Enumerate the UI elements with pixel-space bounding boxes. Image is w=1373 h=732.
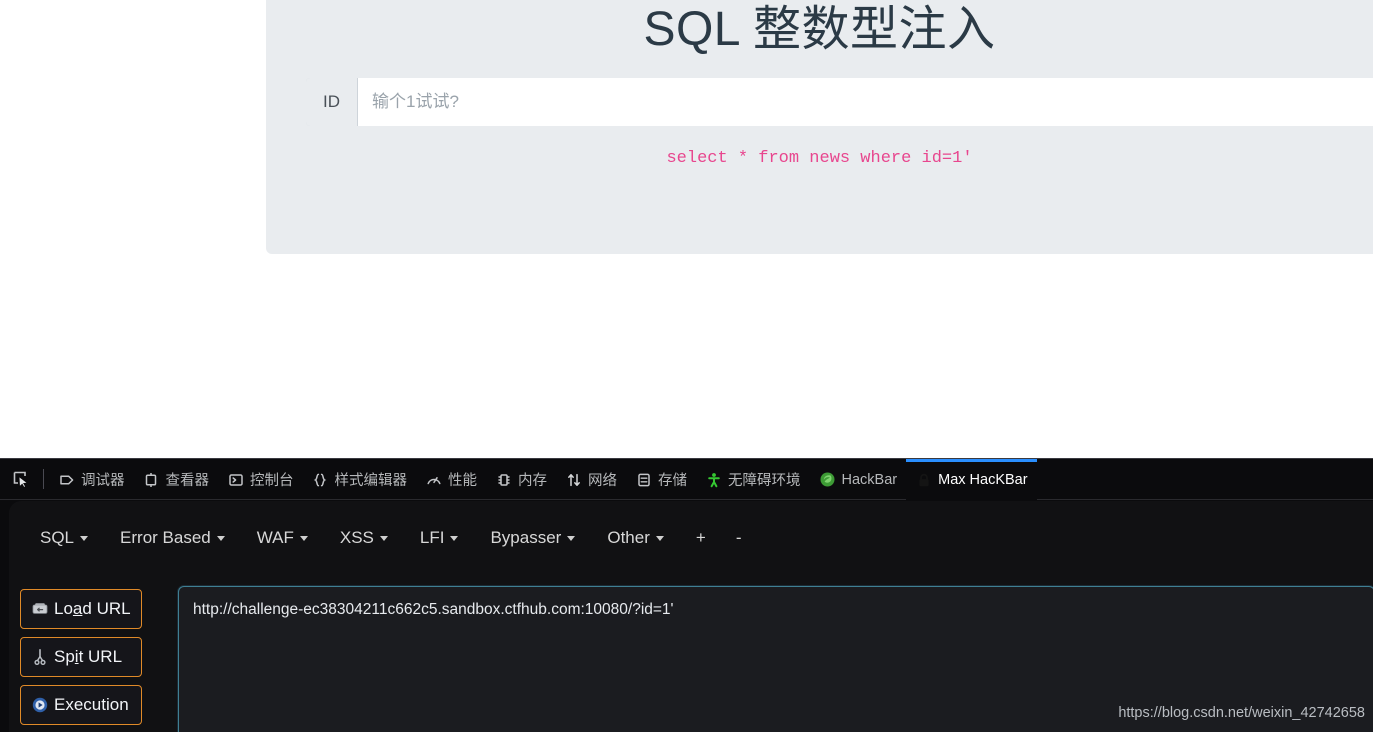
tab-memory[interactable]: 内存 — [486, 459, 556, 500]
menu-xss[interactable]: XSS — [340, 528, 388, 548]
load-url-icon — [31, 600, 49, 618]
menu-error-based[interactable]: Error Based — [120, 528, 225, 548]
hackbar-menubar: SQL Error Based WAF XSS LFI Bypasser Oth… — [9, 515, 771, 561]
devtools-toolbar: 调试器 查看器 控制台 样式编辑器 性能 内存 网络 存储 无障碍环境 Hack… — [0, 459, 1373, 500]
split-url-icon — [31, 648, 49, 666]
tab-network[interactable]: 网络 — [556, 459, 626, 500]
chevron-down-icon — [655, 535, 664, 541]
menu-bypasser[interactable]: Bypasser — [490, 528, 576, 548]
menu-lfi[interactable]: LFI — [420, 528, 459, 548]
debugger-icon — [58, 471, 75, 488]
performance-icon — [425, 471, 442, 488]
tab-inspector[interactable]: 查看器 — [134, 459, 219, 500]
toolbar-divider — [43, 469, 44, 489]
chevron-down-icon — [80, 535, 89, 541]
tab-max-hackbar[interactable]: Max HacKBar — [906, 459, 1038, 500]
tab-label: HackBar — [841, 471, 898, 488]
id-input-group: ID — [306, 78, 1373, 126]
tab-label: 内存 — [518, 473, 547, 489]
hackbar-body: Load URL Spit URL Execution http://chall… — [9, 575, 1373, 732]
chevron-down-icon — [299, 535, 308, 541]
tab-performance[interactable]: 性能 — [416, 459, 486, 500]
page-title: SQL 整数型注入 — [643, 3, 996, 56]
hackbar-button-column: Load URL Spit URL Execution — [20, 589, 142, 732]
tab-storage[interactable]: 存储 — [626, 459, 696, 500]
browser-content-area: SQL 整数型注入 ID select * from news where id… — [0, 0, 1373, 458]
storage-icon — [635, 471, 652, 488]
network-icon — [565, 471, 582, 488]
button-label: Execution — [54, 695, 129, 714]
chevron-down-icon — [379, 535, 388, 541]
button-label: Load URL — [54, 599, 131, 618]
lock-icon — [915, 471, 932, 488]
menu-remove[interactable]: - — [736, 528, 742, 548]
menu-label: XSS — [339, 528, 374, 547]
tab-label: 控制台 — [250, 473, 294, 489]
hackbar-panel: SQL Error Based WAF XSS LFI Bypasser Oth… — [9, 501, 1373, 732]
url-textarea[interactable] — [179, 587, 1373, 732]
id-input-prefix-label: ID — [306, 78, 358, 126]
tab-label: 查看器 — [165, 473, 210, 489]
tab-label: 调试器 — [81, 473, 125, 489]
tab-debugger[interactable]: 调试器 — [49, 459, 134, 500]
tab-accessibility[interactable]: 无障碍环境 — [696, 459, 810, 500]
tab-label: 无障碍环境 — [728, 473, 801, 489]
menu-label: Other — [607, 528, 650, 547]
screenshot-root: SQL 整数型注入 ID select * from news where id… — [0, 0, 1373, 732]
tab-label: 存储 — [658, 473, 687, 489]
tab-label: 性能 — [448, 473, 477, 489]
devtools-panel: 调试器 查看器 控制台 样式编辑器 性能 内存 网络 存储 无障碍环境 Hack… — [0, 458, 1373, 732]
execution-icon — [31, 696, 49, 714]
menu-label: Error Based — [120, 528, 211, 547]
menu-other[interactable]: Other — [607, 528, 664, 548]
menu-label: WAF — [256, 528, 294, 547]
chevron-down-icon — [567, 535, 576, 541]
tab-style-editor[interactable]: 样式编辑器 — [303, 459, 417, 500]
style-editor-icon — [312, 471, 329, 488]
execution-button[interactable]: Execution — [20, 685, 142, 725]
menu-label: Bypasser — [490, 528, 562, 547]
menu-label: LFI — [419, 528, 445, 547]
button-label: Spit URL — [54, 647, 123, 666]
menu-label: - — [735, 528, 742, 547]
chevron-down-icon — [216, 535, 225, 541]
chevron-down-icon — [450, 535, 459, 541]
element-picker-icon[interactable] — [4, 459, 38, 500]
tab-label: Max HacKBar — [938, 471, 1028, 488]
tab-label: 样式编辑器 — [334, 473, 408, 489]
jumbotron-panel: SQL 整数型注入 ID select * from news where id… — [266, 0, 1373, 254]
menu-sql[interactable]: SQL — [40, 528, 89, 548]
sql-query-output: select * from news where id=1' — [666, 149, 973, 168]
menu-add[interactable]: + — [696, 528, 706, 548]
console-icon — [227, 471, 244, 488]
menu-label: + — [695, 528, 706, 547]
tab-label: 网络 — [588, 473, 617, 489]
split-url-button[interactable]: Spit URL — [20, 637, 142, 677]
url-textarea-container — [178, 586, 1373, 732]
menu-label: SQL — [40, 528, 75, 547]
load-url-button[interactable]: Load URL — [20, 589, 142, 629]
menu-waf[interactable]: WAF — [257, 528, 308, 548]
accessibility-icon — [705, 471, 722, 488]
id-input[interactable] — [358, 78, 1373, 126]
tab-console[interactable]: 控制台 — [218, 459, 303, 500]
inspector-icon — [143, 471, 160, 488]
memory-icon — [495, 471, 512, 488]
hackbar-icon — [819, 471, 836, 488]
tab-hackbar[interactable]: HackBar — [810, 459, 907, 500]
